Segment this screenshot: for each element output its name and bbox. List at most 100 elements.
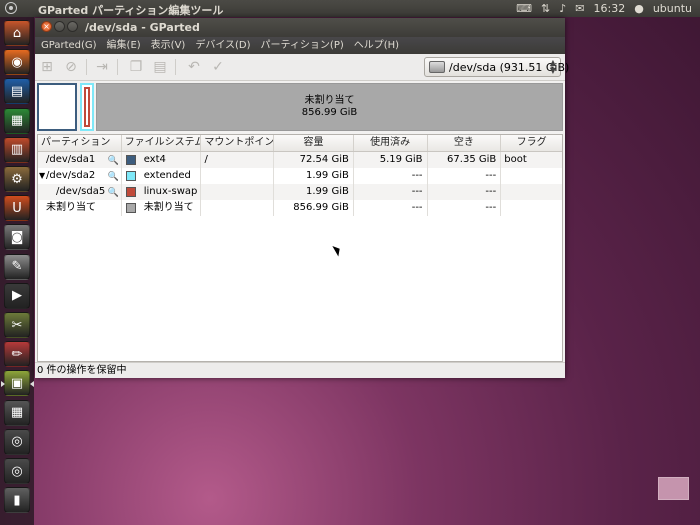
copy-icon[interactable]: ❐ <box>127 58 145 76</box>
usb-drive-icon[interactable]: ▮ <box>4 487 30 514</box>
text-editor-icon[interactable]: ✎ <box>4 253 30 280</box>
disk-map-unallocated[interactable]: 未割り当て 856.99 GiB <box>96 83 563 131</box>
user-icon[interactable]: ● <box>634 2 644 15</box>
delete-icon[interactable]: ⊘ <box>62 58 80 76</box>
menu-help[interactable]: ヘルプ(H) <box>349 37 404 54</box>
column-free[interactable]: 空き <box>428 135 502 151</box>
expander-arrow-icon[interactable]: ▼ <box>39 168 45 184</box>
cell-size: 72.54 GiB <box>274 152 354 168</box>
impress-icon[interactable]: ▥ <box>4 136 30 163</box>
writer-icon[interactable]: ▤ <box>4 78 30 105</box>
disk2-icon[interactable]: ◎ <box>4 458 30 484</box>
firefox-icon[interactable]: ◉ <box>4 49 30 76</box>
software-center-icon[interactable]: ⚙ <box>4 166 30 192</box>
menu-device[interactable]: デバイス(D) <box>190 37 255 54</box>
filesystem-name: linux-swap <box>143 186 198 197</box>
column-flags[interactable]: フラグ <box>501 135 562 151</box>
cell-used: --- <box>354 168 428 184</box>
menu-partition[interactable]: パーティション(P) <box>256 37 349 54</box>
camera-icon[interactable]: ◙ <box>4 224 30 251</box>
device-selector[interactable]: /dev/sda (931.51 GiB) ▲ ▼ <box>424 57 569 77</box>
desktop-widget[interactable] <box>658 477 689 500</box>
toolbar: ⊞ ⊘ ⇥ ❐ ▤ ↶ ✓ /dev/sda (931.51 GiB) ▲ ▼ <box>35 54 569 81</box>
filesystem-color-swatch <box>125 171 136 181</box>
column-partition[interactable]: パーティション <box>38 135 122 151</box>
system-tools-icon[interactable]: ✂ <box>4 312 30 338</box>
column-used[interactable]: 使用済み <box>354 135 428 151</box>
mail-icon[interactable]: ✉ <box>575 2 584 15</box>
partition-name: 未割り当て <box>46 202 96 213</box>
cell-partition: 未割り当て <box>38 200 122 216</box>
clock[interactable]: 16:32 <box>594 2 626 15</box>
spin-arrows-icon: ▲ ▼ <box>549 58 556 75</box>
cell-filesystem: ext4 <box>122 152 202 168</box>
cell-free: --- <box>428 184 502 200</box>
workspace-switcher-icon[interactable]: ▦ <box>4 399 30 426</box>
filesystem-name: ext4 <box>143 154 166 165</box>
cell-size: 1.99 GiB <box>274 168 354 184</box>
network-updown-icon[interactable]: ⇅ <box>541 2 550 15</box>
cell-size: 1.99 GiB <box>274 184 354 200</box>
minimize-button[interactable] <box>54 21 65 32</box>
table-row[interactable]: /dev/sda5 🔍 linux-swap 1.99 GiB --- --- <box>38 184 562 200</box>
resize-move-icon[interactable]: ⇥ <box>93 58 111 76</box>
undo-icon[interactable]: ↶ <box>185 58 203 76</box>
gparted-icon[interactable]: ▣ <box>1 370 34 397</box>
cell-flags <box>501 184 562 200</box>
disk-map-partition-sda2[interactable] <box>80 83 94 131</box>
disk-map: 未割り当て 856.99 GiB <box>37 82 563 132</box>
apply-icon[interactable]: ✓ <box>209 58 227 76</box>
close-button[interactable]: × <box>41 21 52 32</box>
toolbar-separator <box>175 59 176 75</box>
menu-view[interactable]: 表示(V) <box>146 37 191 54</box>
window-title: /dev/sda - GParted <box>85 21 200 34</box>
calc-icon[interactable]: ▦ <box>4 107 30 134</box>
column-size[interactable]: 容量 <box>274 135 354 151</box>
menu-gparted[interactable]: GParted(G) <box>35 37 102 54</box>
user-name[interactable]: ubuntu <box>653 2 692 15</box>
ubuntu-one-icon[interactable]: U <box>4 195 30 222</box>
gparted-window: × /dev/sda - GParted GParted(G) 編集(E) 表示… <box>35 18 569 378</box>
cell-mountpoint <box>201 200 275 216</box>
active-app-title: GParted パーティション編集ツール <box>38 4 224 17</box>
filesystem-color-swatch <box>125 203 136 213</box>
cell-flags <box>501 200 562 216</box>
table-row[interactable]: /dev/sda1 🔍 ext4 /72.54 GiB 5.19 GiB 67.35 Gi… <box>38 152 562 168</box>
cell-mountpoint: / <box>201 152 275 168</box>
paste-icon[interactable]: ▤ <box>151 58 169 76</box>
ubuntu-logo-icon[interactable] <box>5 2 17 14</box>
cell-free: --- <box>428 168 502 184</box>
home-folder-icon[interactable]: ⌂ <box>4 20 30 46</box>
menu-edit[interactable]: 編集(E) <box>102 37 146 54</box>
partition-name: /dev/sda1 <box>46 154 96 165</box>
cell-filesystem: linux-swap <box>122 184 202 200</box>
terminal-icon[interactable]: ▶ <box>4 282 30 309</box>
cell-partition: /dev/sda5 🔍 <box>38 184 122 200</box>
keyboard-icon[interactable]: ⌨ <box>516 2 532 15</box>
new-partition-icon[interactable]: ⊞ <box>38 58 56 76</box>
disk-map-partition-sda5[interactable] <box>84 87 90 127</box>
table-row[interactable]: 未割り当て 未割り当て 856.99 GiB --- --- <box>38 200 562 216</box>
pencils-icon[interactable]: ✏ <box>4 341 30 368</box>
disk-map-partition-sda1[interactable] <box>37 83 77 131</box>
cell-used: --- <box>354 200 428 216</box>
column-filesystem[interactable]: ファイルシステム <box>122 135 202 151</box>
disk-icon[interactable]: ◎ <box>4 428 30 455</box>
cell-free: --- <box>428 200 502 216</box>
unallocated-size: 856.99 GiB <box>301 107 358 118</box>
maximize-button[interactable] <box>67 21 78 32</box>
volume-icon[interactable]: ♪ <box>559 2 566 15</box>
cell-mountpoint <box>201 184 275 200</box>
hard-disk-icon <box>429 61 445 73</box>
mounted-key-icon: 🔍 <box>107 188 119 198</box>
cell-partition: ▼/dev/sda2 🔍 <box>38 168 122 184</box>
table-row[interactable]: ▼/dev/sda2 🔍 extended 1.99 GiB --- --- <box>38 168 562 184</box>
window-titlebar[interactable]: × /dev/sda - GParted <box>35 18 565 37</box>
cell-mountpoint <box>201 168 275 184</box>
column-mountpoint[interactable]: マウントポイント <box>201 135 275 151</box>
filesystem-name: extended <box>143 170 191 181</box>
filesystem-color-swatch <box>125 155 136 165</box>
menubar: GParted(G) 編集(E) 表示(V) デバイス(D) パーティション(P… <box>35 37 565 54</box>
toolbar-separator <box>86 59 87 75</box>
mounted-key-icon: 🔍 <box>107 156 119 166</box>
